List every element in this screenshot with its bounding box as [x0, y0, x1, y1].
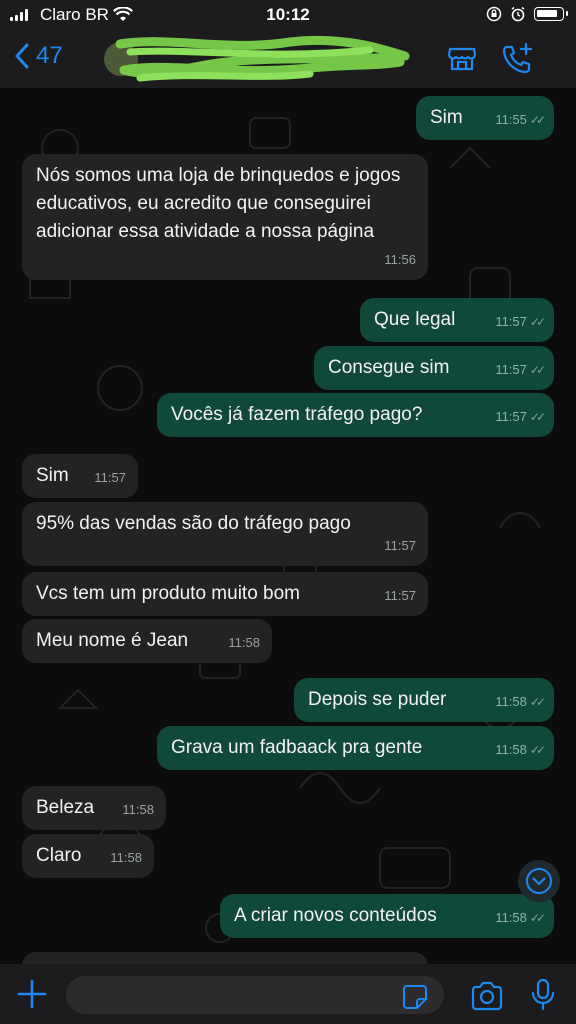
read-receipt-icon: ✓✓	[529, 410, 546, 424]
read-receipt-icon: ✓✓	[529, 113, 546, 127]
message-bubble-outgoing[interactable]: Consegue sim 11:57 ✓✓	[314, 346, 554, 390]
add-call-icon[interactable]	[500, 42, 534, 76]
message-text: Vocês já fazem tráfego pago?	[171, 404, 423, 425]
store-icon[interactable]	[446, 42, 478, 74]
microphone-icon[interactable]	[530, 978, 556, 1012]
plus-icon[interactable]	[16, 978, 48, 1010]
message-input[interactable]	[66, 976, 444, 1014]
message-bubble-incoming-partial[interactable]	[22, 952, 428, 964]
chat-area[interactable]: Sim 11:55 ✓✓ Nós somos uma loja de brinqu…	[0, 88, 576, 964]
message-text: Sim	[36, 465, 69, 486]
message-time: 11:58	[228, 635, 260, 650]
read-receipt-icon: ✓✓	[529, 743, 546, 757]
message-text: Nós somos uma loja de brinquedos e jogos…	[36, 165, 401, 242]
message-text: A criar novos conteúdos	[234, 905, 437, 926]
chevron-left-icon	[15, 43, 29, 69]
message-time: 11:57	[384, 588, 416, 603]
message-bubble-incoming[interactable]: 95% das vendas são do tráfego pago 11:57	[22, 502, 428, 566]
message-bubble-incoming[interactable]: Meu nome é Jean 11:58	[22, 619, 272, 663]
alarm-icon	[511, 6, 525, 22]
message-time: 11:56	[384, 252, 416, 267]
message-bubble-outgoing[interactable]: Que legal 11:57 ✓✓	[360, 298, 554, 342]
read-receipt-icon: ✓✓	[529, 315, 546, 329]
read-receipt-icon: ✓✓	[529, 695, 546, 709]
camera-icon[interactable]	[470, 981, 504, 1011]
message-time: 11:57	[495, 314, 527, 329]
message-text: Vcs tem um produto muito bom	[36, 583, 300, 604]
read-receipt-icon: ✓✓	[529, 363, 546, 377]
orientation-lock-icon	[486, 6, 502, 22]
message-bubble-outgoing[interactable]: Sim 11:55 ✓✓	[416, 96, 554, 140]
message-time: 11:58	[495, 910, 527, 925]
back-button[interactable]: 47	[14, 42, 63, 70]
message-bubble-outgoing[interactable]: Grava um fadbaack pra gente 11:58 ✓✓	[157, 726, 554, 770]
message-bubble-incoming[interactable]: Nós somos uma loja de brinquedos e jogos…	[22, 154, 428, 280]
message-bubble-outgoing[interactable]: A criar novos conteúdos 11:58 ✓✓	[220, 894, 554, 938]
message-bubble-incoming[interactable]: Claro 11:58	[22, 834, 154, 878]
message-time: 11:58	[495, 694, 527, 709]
message-bubble-incoming[interactable]: Beleza 11:58	[22, 786, 166, 830]
chevron-down-icon	[526, 868, 552, 894]
message-time: 11:58	[495, 742, 527, 757]
message-time: 11:57	[384, 538, 416, 553]
message-time: 11:57	[495, 362, 527, 377]
scroll-down-button[interactable]	[518, 860, 560, 902]
message-text: Claro	[36, 845, 82, 866]
message-text: Grava um fadbaack pra gente	[171, 737, 423, 758]
message-time: 11:58	[110, 850, 142, 865]
message-time: 11:58	[122, 802, 154, 817]
message-text: Sim	[430, 107, 463, 128]
message-bubble-outgoing[interactable]: Vocês já fazem tráfego pago? 11:57 ✓✓	[157, 393, 554, 437]
message-bubble-incoming[interactable]: Vcs tem um produto muito bom 11:57	[22, 572, 428, 616]
message-text: Beleza	[36, 797, 95, 818]
unread-count: 47	[36, 42, 63, 69]
message-text: Meu nome é Jean	[36, 630, 189, 651]
message-time: 11:57	[495, 409, 527, 424]
battery-icon	[534, 7, 568, 21]
redaction-scribble	[115, 35, 410, 82]
read-receipt-icon: ✓✓	[529, 911, 546, 925]
message-text: Depois se puder	[308, 689, 447, 710]
message-text: Consegue sim	[328, 357, 450, 378]
status-bar: Claro BR 10:12	[0, 0, 576, 30]
message-text: Que legal	[374, 309, 456, 330]
message-bubble-incoming[interactable]: Sim 11:57	[22, 454, 138, 498]
message-time: 11:55	[495, 112, 527, 127]
compose-bar	[0, 964, 576, 1024]
message-text: 95% das vendas são do tráfego pago	[36, 513, 351, 534]
message-bubble-outgoing[interactable]: Depois se puder 11:58 ✓✓	[294, 678, 554, 722]
chat-header: 47	[0, 30, 576, 88]
message-time: 11:57	[94, 470, 126, 485]
sticker-icon[interactable]	[402, 984, 428, 1010]
